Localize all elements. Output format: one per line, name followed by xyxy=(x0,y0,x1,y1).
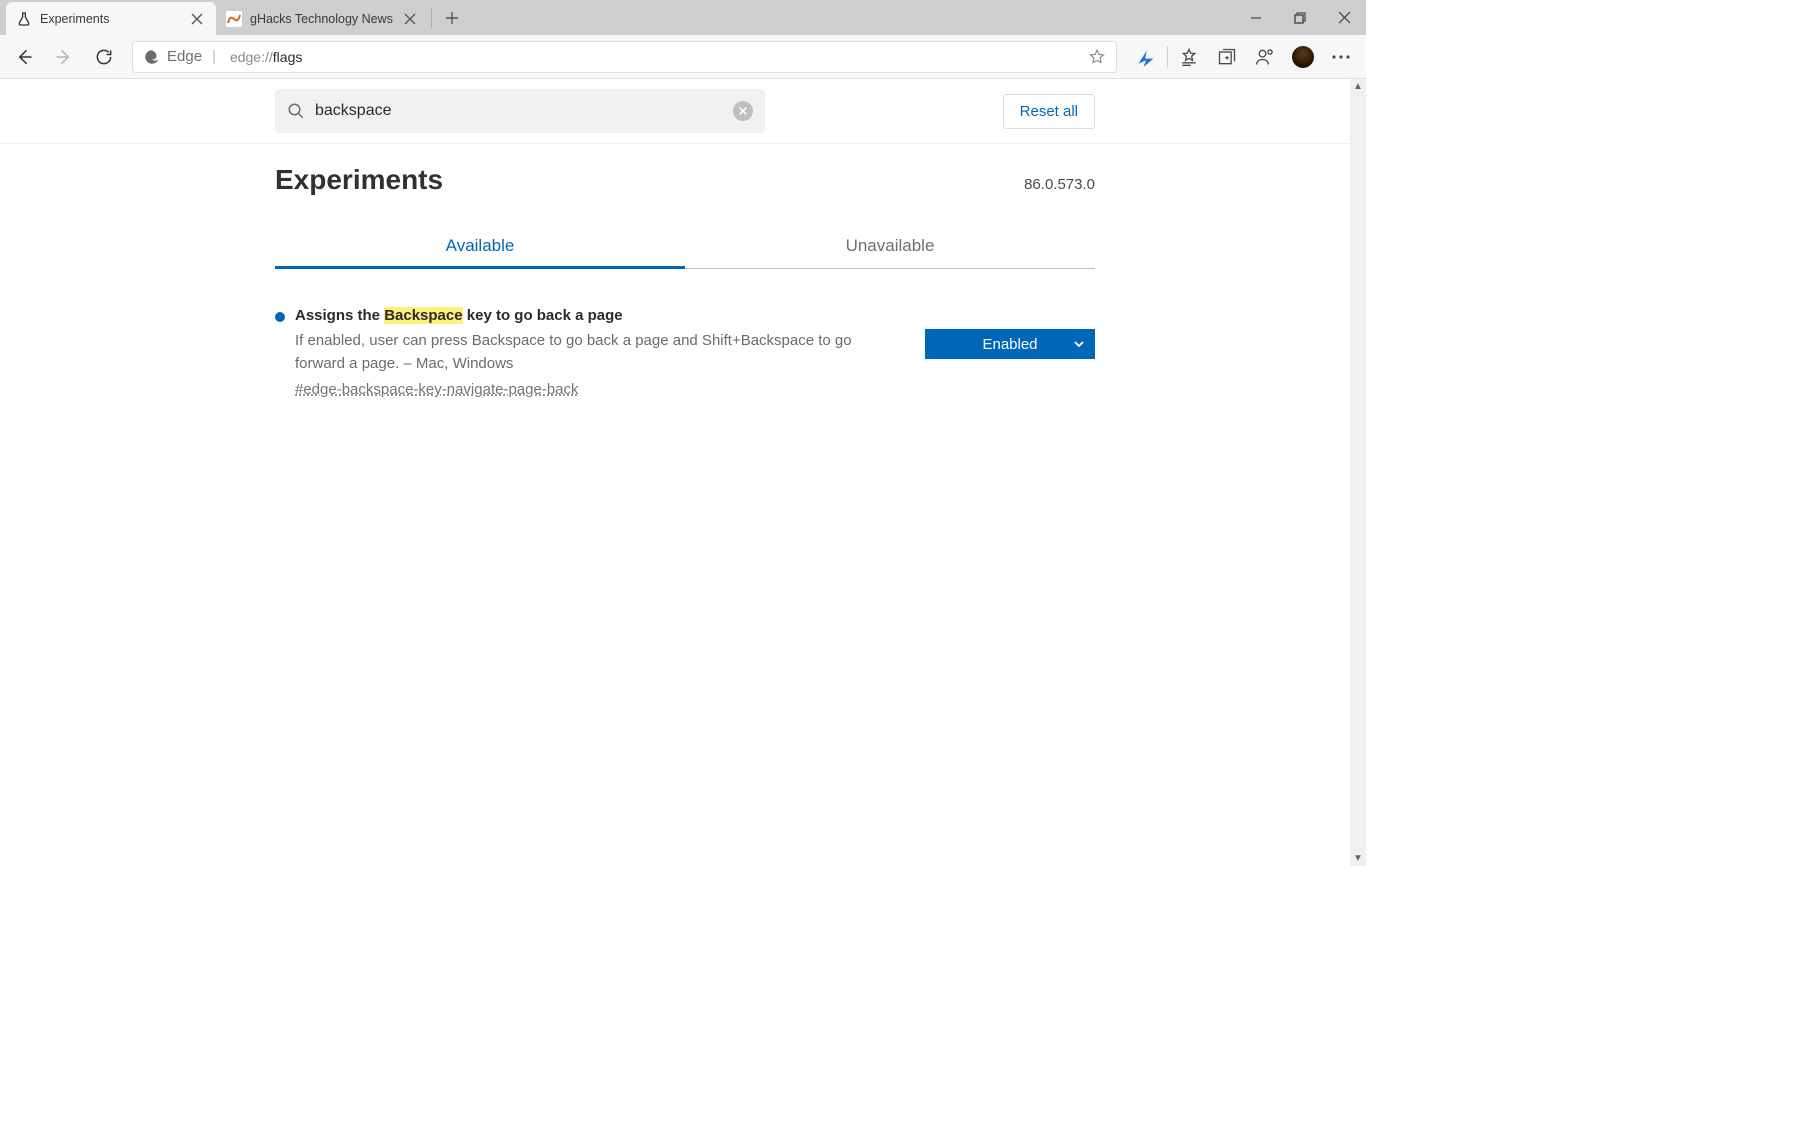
profile-switch-icon[interactable] xyxy=(1246,39,1284,75)
close-icon[interactable] xyxy=(401,10,419,28)
tab-strip: Experiments gHacks Technology News xyxy=(0,0,466,35)
tab-unavailable[interactable]: Unavailable xyxy=(685,224,1095,268)
close-window-button[interactable] xyxy=(1322,0,1366,35)
tab-separator xyxy=(431,8,432,28)
tab-title: Experiments xyxy=(40,12,180,26)
modified-dot-icon xyxy=(275,312,285,322)
tab-available[interactable]: Available xyxy=(275,224,685,268)
new-tab-button[interactable] xyxy=(438,4,466,32)
search-row: Reset all xyxy=(0,79,1350,144)
search-input[interactable] xyxy=(315,102,723,120)
flag-description: If enabled, user can press Backspace to … xyxy=(295,330,895,375)
edge-chip-label: Edge xyxy=(167,48,202,65)
version-label: 86.0.573.0 xyxy=(1024,176,1095,193)
toolbar-actions xyxy=(1127,39,1360,75)
separator xyxy=(1167,46,1168,68)
flag-state-label: Enabled xyxy=(982,336,1037,353)
extension-icon[interactable] xyxy=(1127,39,1165,75)
page-content: Reset all Experiments 86.0.573.0 Availab… xyxy=(0,79,1350,866)
flag-tabs: Available Unavailable xyxy=(275,224,1095,269)
toolbar: Edge | edge://flags xyxy=(0,35,1366,79)
favorite-star-icon[interactable] xyxy=(1088,48,1106,66)
flag-id[interactable]: #edge-backspace-key-navigate-page-back xyxy=(295,381,895,398)
back-button[interactable] xyxy=(6,39,42,75)
tab-title: gHacks Technology News xyxy=(250,12,393,26)
favorites-icon[interactable] xyxy=(1170,39,1208,75)
clear-search-icon[interactable] xyxy=(733,101,753,121)
flag-state-dropdown[interactable]: Enabled xyxy=(925,329,1095,359)
title-bar: Experiments gHacks Technology News xyxy=(0,0,1366,35)
tab-ghacks[interactable]: gHacks Technology News xyxy=(216,2,429,35)
flag-title: Assigns the Backspace key to go back a p… xyxy=(295,307,895,324)
site-identity: Edge | xyxy=(143,48,220,66)
page-title: Experiments xyxy=(275,164,443,196)
maximize-button[interactable] xyxy=(1278,0,1322,35)
edge-logo-icon xyxy=(143,48,161,66)
minimize-button[interactable] xyxy=(1234,0,1278,35)
overflow-menu-icon[interactable] xyxy=(1322,39,1360,75)
vertical-scrollbar[interactable]: ▲ ▼ xyxy=(1350,79,1366,866)
scroll-down-icon[interactable]: ▼ xyxy=(1353,853,1363,864)
forward-button[interactable] xyxy=(46,39,82,75)
flags-search-box[interactable] xyxy=(275,89,765,133)
ghacks-icon xyxy=(226,11,242,27)
flask-icon xyxy=(16,11,32,27)
chevron-down-icon xyxy=(1073,338,1085,350)
collections-icon[interactable] xyxy=(1208,39,1246,75)
reset-all-button[interactable]: Reset all xyxy=(1003,94,1095,129)
url-text: edge://flags xyxy=(230,49,302,65)
close-icon[interactable] xyxy=(188,10,206,28)
avatar[interactable] xyxy=(1284,39,1322,75)
flag-item: Assigns the Backspace key to go back a p… xyxy=(275,307,1095,398)
tab-experiments[interactable]: Experiments xyxy=(6,2,216,35)
window-controls xyxy=(1234,0,1366,35)
refresh-button[interactable] xyxy=(86,39,122,75)
search-icon xyxy=(287,102,305,120)
address-bar[interactable]: Edge | edge://flags xyxy=(132,41,1117,73)
scroll-up-icon[interactable]: ▲ xyxy=(1353,81,1363,92)
